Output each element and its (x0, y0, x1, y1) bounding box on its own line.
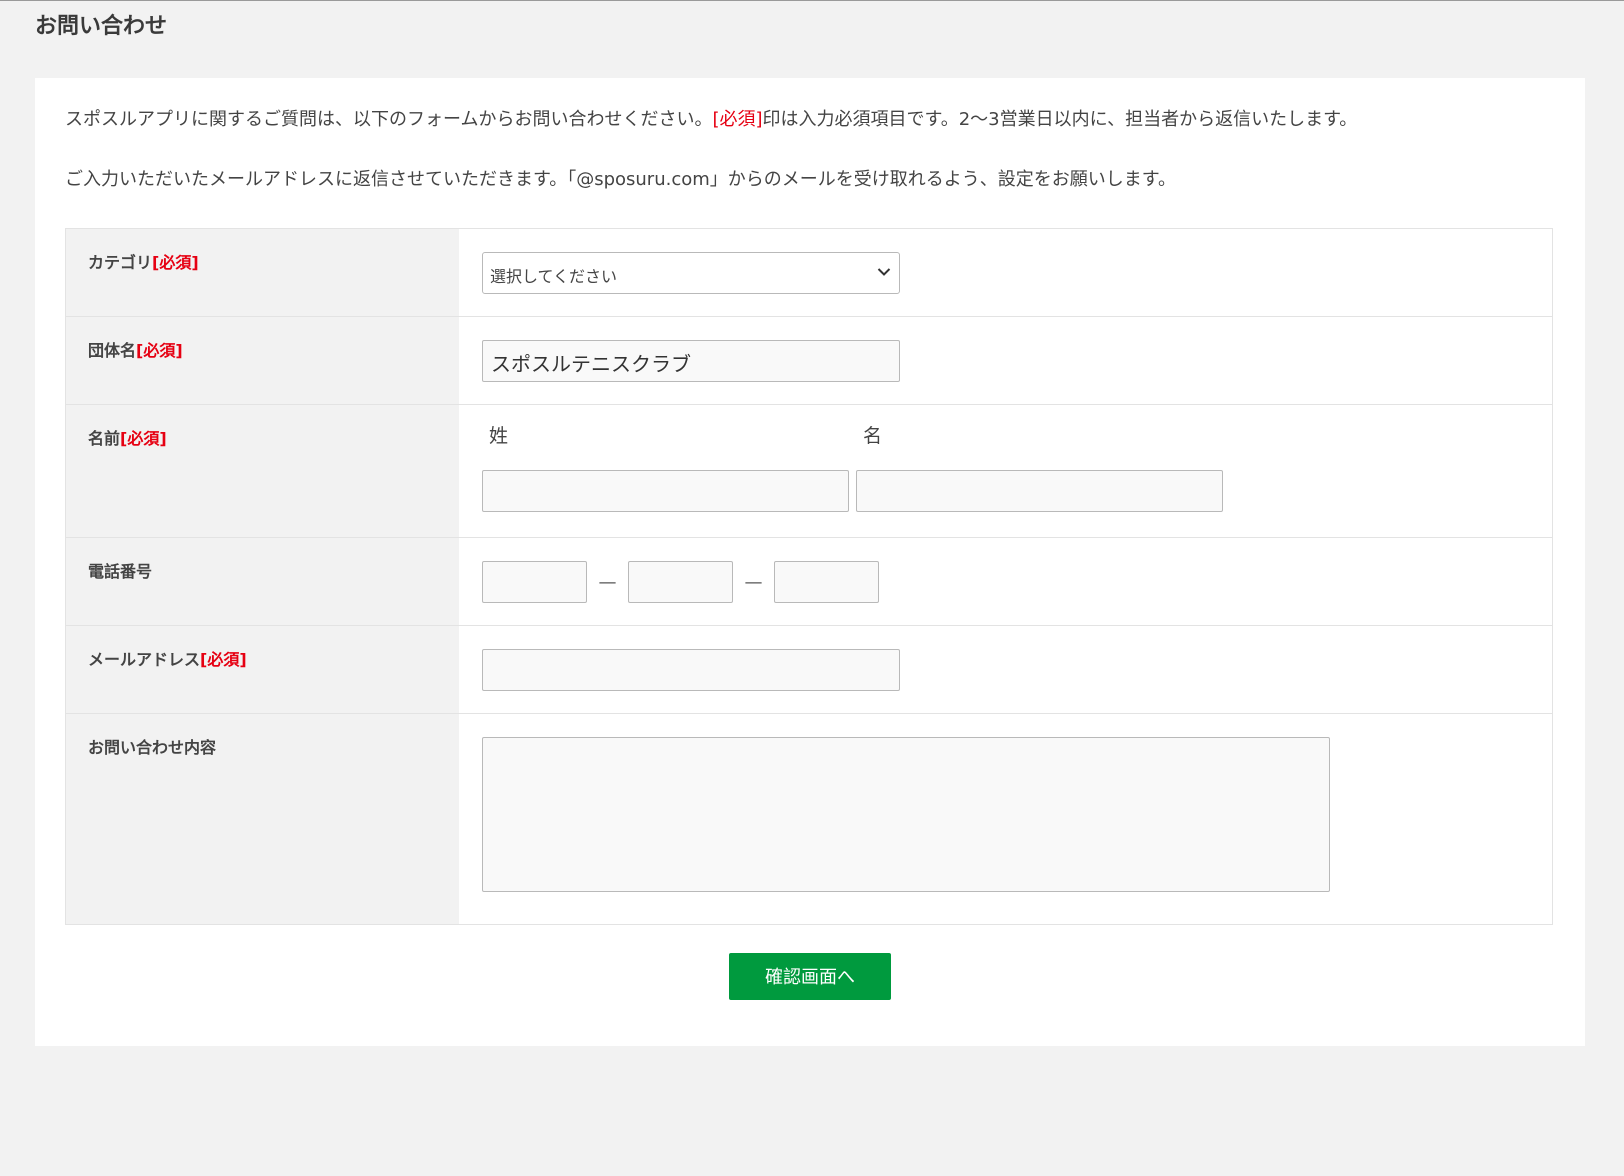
category-label-cell: カテゴリ[必須] (66, 229, 459, 316)
row-phone: 電話番号 — — (66, 538, 1552, 626)
name-value-cell: 姓 名 (459, 405, 1552, 537)
inquiry-label-cell: お問い合わせ内容 (66, 714, 459, 924)
email-label: メールアドレス (88, 650, 201, 669)
group-value-cell: スポスルテニスクラブ (459, 317, 1552, 404)
last-name-label: 姓 (489, 425, 509, 447)
name-label: 名前 (88, 429, 121, 448)
group-name-value: スポスルテニスクラブ (491, 352, 691, 376)
confirm-button[interactable]: 確認画面へ (729, 953, 891, 1000)
phone-fields: — — (482, 561, 1552, 603)
category-label: カテゴリ (88, 253, 153, 272)
row-inquiry: お問い合わせ内容 (66, 714, 1552, 924)
phone-separator: — (744, 571, 763, 593)
phone-part3-input[interactable] (774, 561, 879, 603)
chevron-down-icon (877, 268, 891, 276)
email-label-cell: メールアドレス[必須] (66, 626, 459, 713)
inquiry-value-cell (459, 714, 1552, 924)
row-email: メールアドレス[必須] (66, 626, 1552, 714)
phone-separator: — (598, 571, 617, 593)
category-select[interactable]: 選択してください (482, 252, 900, 294)
row-category: カテゴリ[必須] 選択してください (66, 229, 1552, 317)
name-sublabels: 姓 名 (482, 405, 1552, 449)
first-name-input[interactable] (856, 470, 1223, 512)
group-label-cell: 団体名[必須] (66, 317, 459, 404)
contact-form-card: スポスルアプリに関するご質問は、以下のフォームからお問い合わせください。[必須]… (35, 78, 1585, 1046)
required-mark: [必須] (200, 650, 247, 669)
group-name-input[interactable]: スポスルテニスクラブ (482, 340, 900, 382)
intro-text-1-before: スポスルアプリに関するご質問は、以下のフォームからお問い合わせください。 (65, 109, 713, 130)
page-title: お問い合わせ (35, 14, 168, 39)
category-value-cell: 選択してください (459, 229, 1552, 316)
group-name-label: 団体名 (88, 341, 137, 360)
required-mark: [必須] (120, 429, 167, 448)
phone-label-cell: 電話番号 (66, 538, 459, 625)
inquiry-label: お問い合わせ内容 (88, 738, 217, 757)
email-input[interactable] (482, 649, 900, 691)
intro-required-mark: [必須] (712, 109, 763, 130)
first-name-label: 名 (863, 425, 883, 447)
last-name-input[interactable] (482, 470, 849, 512)
intro-text-1: スポスルアプリに関するご質問は、以下のフォームからお問い合わせください。[必須]… (65, 107, 1357, 133)
intro-text-2: ご入力いただいたメールアドレスに返信させていただきます。「@sposuru.co… (65, 169, 1176, 190)
name-label-cell: 名前[必須] (66, 405, 459, 537)
category-selected-value: 選択してください (490, 267, 618, 286)
phone-label: 電話番号 (88, 562, 153, 581)
email-value-cell (459, 626, 1552, 713)
top-divider (0, 0, 1624, 1)
inquiry-textarea[interactable] (482, 737, 1330, 892)
required-mark: [必須] (136, 341, 183, 360)
required-mark: [必須] (152, 253, 199, 272)
phone-value-cell: — — (459, 538, 1552, 625)
form-table: カテゴリ[必須] 選択してください 団体名[必須] スポスルテニスクラブ 名前[… (65, 228, 1553, 925)
phone-part1-input[interactable] (482, 561, 587, 603)
row-group-name: 団体名[必須] スポスルテニスクラブ (66, 317, 1552, 405)
intro-text-1-after: 印は入力必須項目です。2〜3営業日以内に、担当者から返信いたします。 (762, 109, 1358, 130)
name-fields (482, 470, 1552, 512)
row-name: 名前[必須] 姓 名 (66, 405, 1552, 538)
phone-part2-input[interactable] (628, 561, 733, 603)
